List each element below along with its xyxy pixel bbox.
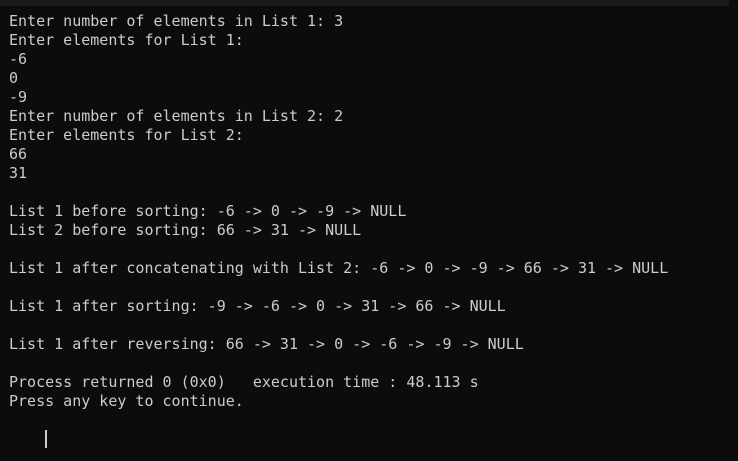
console-line: -9 — [9, 88, 28, 106]
cursor-line[interactable] — [9, 411, 738, 448]
console-line: Process returned 0 (0x0) execution time … — [9, 373, 479, 391]
console-line: Enter elements for List 2: — [9, 126, 244, 144]
window-top-edge — [0, 0, 738, 6]
console-line: 0 — [9, 69, 19, 87]
console-line: List 1 after reversing: 66 -> 31 -> 0 ->… — [9, 335, 524, 353]
console-line: Enter number of elements in List 2: 2 — [9, 107, 344, 125]
console-line: Press any key to continue. — [9, 392, 244, 410]
console-window[interactable]: Enter number of elements in List 1: 3 En… — [0, 0, 738, 461]
text-cursor — [45, 430, 48, 448]
console-line: List 2 before sorting: 66 -> 31 -> NULL — [9, 221, 362, 239]
console-line: 66 — [9, 145, 28, 163]
console-line: Enter elements for List 1: — [9, 31, 244, 49]
console-line: Enter number of elements in List 1: 3 — [9, 12, 344, 30]
title-strip — [0, 0, 729, 6]
console-line: -6 — [9, 50, 28, 68]
console-line: List 1 after concatenating with List 2: … — [9, 259, 669, 277]
console-line: List 1 after sorting: -9 -> -6 -> 0 -> 3… — [9, 297, 506, 315]
console-line: List 1 before sorting: -6 -> 0 -> -9 -> … — [9, 202, 407, 220]
console-line: 31 — [9, 164, 28, 182]
